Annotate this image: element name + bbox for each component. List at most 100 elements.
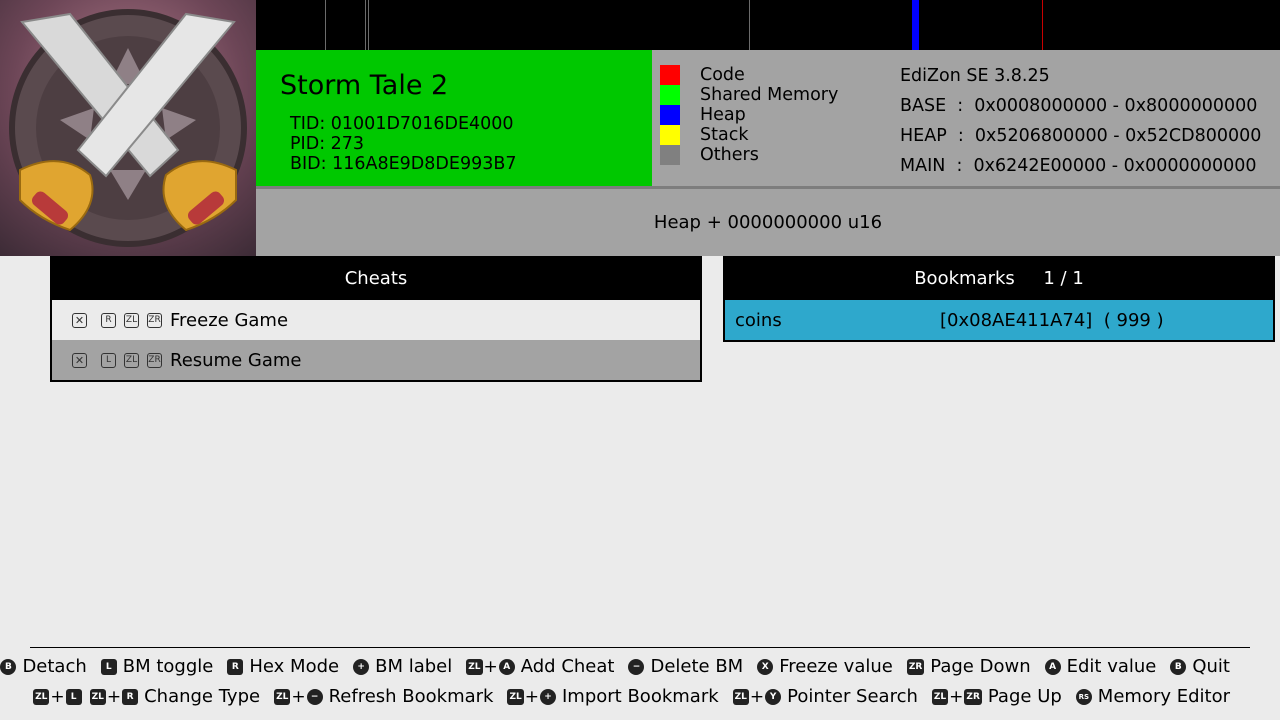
cheat-item-resume-game[interactable]: ✕ L ZL ZR Resume Game	[52, 340, 700, 380]
code-mark	[325, 0, 326, 50]
b-button-icon: B	[0, 658, 17, 675]
build-id: BID: 116A8E9D8DE993B7	[290, 154, 517, 174]
minus-button-icon: −	[628, 658, 645, 675]
zr-button-icon: ZR	[147, 352, 162, 368]
hint-bm-label: + BM label	[353, 656, 452, 677]
system-info: EdiZon SE 3.8.25 BASE : 0x0008000000 - 0…	[900, 64, 1261, 184]
cheats-panel: Cheats ✕ R ZL ZR Freeze Game ✕ L ZL ZR R…	[50, 256, 702, 382]
hint-page-up: ZL + ZR Page Up	[931, 686, 1062, 707]
hint-refresh-bookmark: ZL + − Refresh Bookmark	[274, 686, 494, 707]
code-mark	[749, 0, 750, 50]
code-mark	[368, 0, 369, 50]
cheat-buttons: ✕ L ZL ZR	[72, 352, 170, 368]
b-button-icon: B	[1170, 658, 1187, 675]
minus-button-icon: −	[306, 688, 323, 705]
disabled-checkbox-icon: ✕	[72, 312, 87, 328]
legend-label: Stack	[700, 125, 749, 145]
legend-label: Others	[700, 145, 759, 165]
zr-button-icon: ZR	[147, 312, 162, 328]
bookmark-item[interactable]: coins [0x08AE411A74] ( 999 )	[725, 300, 1273, 340]
hint-detach: ZL+B Detach	[0, 656, 87, 677]
heap-mark	[912, 0, 919, 50]
main-range: MAIN : 0x6242E00000 - 0x0000000000	[900, 156, 1257, 176]
game-info-panel: Storm Tale 2 TID: 01001D7016DE4000 PID: …	[256, 50, 652, 186]
hint-delete-bm: − Delete BM	[628, 656, 743, 677]
cheats-header: Cheats	[344, 267, 408, 289]
legend-item-heap: Heap	[660, 105, 838, 125]
l-button-icon: L	[65, 688, 82, 705]
legend-label: Shared Memory	[700, 85, 839, 105]
hint-page-down: ZR Page Down	[906, 656, 1031, 677]
r-button-icon: R	[227, 658, 244, 675]
a-button-icon: A	[1044, 658, 1061, 675]
zl-button-icon: ZL	[507, 688, 524, 705]
legend-swatch	[660, 105, 680, 125]
y-button-icon: Y	[765, 688, 782, 705]
memory-legend: Code Shared Memory Heap Stack Others	[660, 65, 838, 165]
r-button-icon: R	[122, 688, 139, 705]
right-stick-icon: RS	[1075, 688, 1092, 705]
cheat-label: Freeze Game	[170, 309, 289, 331]
title-id: TID: 01001D7016DE4000	[290, 114, 514, 134]
x-button-icon: X	[757, 658, 774, 675]
legend-swatch	[660, 85, 680, 105]
zl-button-icon: ZL	[124, 352, 139, 368]
l-button-icon: L	[101, 352, 116, 368]
heap-range: HEAP : 0x5206800000 - 0x52CD800000	[900, 126, 1262, 146]
hint-change-type: ZL + L ZL + R Change Type	[33, 686, 261, 707]
game-title: Storm Tale 2	[280, 70, 449, 101]
process-id: PID: 273	[290, 134, 365, 154]
a-button-icon: A	[498, 658, 515, 675]
hint-hex-mode: R Hex Mode	[227, 656, 339, 677]
r-button-icon: R	[101, 312, 116, 328]
search-status-text: Heap + 0000000000 u16	[653, 212, 883, 233]
legend-swatch	[660, 125, 680, 145]
legend-item-shared-memory: Shared Memory	[660, 85, 838, 105]
legend-label: Heap	[700, 105, 746, 125]
bookmark-name: coins	[735, 309, 782, 331]
zl-button-icon: ZL	[33, 688, 50, 705]
hint-bm-toggle: L BM toggle	[100, 656, 213, 677]
zl-button-icon: ZL	[274, 688, 291, 705]
hint-edit-value: A Edit value	[1044, 656, 1156, 677]
disabled-checkbox-icon: ✕	[72, 352, 87, 368]
l-button-icon: L	[100, 658, 117, 675]
footer-divider	[30, 647, 1250, 648]
zl-button-icon: ZL	[89, 688, 106, 705]
cheat-label: Resume Game	[170, 349, 302, 371]
legend-swatch	[660, 145, 680, 165]
zl-button-icon: ZL	[931, 688, 949, 705]
plus-button-icon: +	[540, 688, 556, 705]
legend-item-others: Others	[660, 145, 838, 165]
zl-button-icon: ZL	[466, 658, 483, 675]
code-mark	[1042, 0, 1043, 50]
zr-button-icon: ZR	[906, 658, 925, 675]
hint-freeze-value: X Freeze value	[757, 656, 893, 677]
game-icon	[0, 0, 256, 256]
base-range: BASE : 0x0008000000 - 0x8000000000	[900, 96, 1258, 116]
hint-quit: B Quit	[1170, 656, 1230, 677]
zr-button-icon: ZR	[964, 688, 982, 705]
app-version: EdiZon SE 3.8.25	[900, 66, 1050, 86]
search-status-bar: Heap + 0000000000 u16	[256, 189, 1280, 256]
memory-map	[256, 0, 1280, 50]
hint-add-cheat: ZL + A Add Cheat	[466, 656, 615, 677]
bookmark-value: [0x08AE411A74] ( 999 )	[940, 309, 1164, 331]
hint-pointer-search: ZL + Y Pointer Search	[732, 686, 918, 707]
memory-info-panel: Code Shared Memory Heap Stack Others Edi…	[652, 50, 1280, 186]
game-ids: TID: 01001D7016DE4000 PID: 273 BID: 116A…	[290, 114, 516, 174]
cheat-buttons: ✕ R ZL ZR	[72, 312, 170, 328]
legend-item-code: Code	[660, 65, 838, 85]
legend-swatch	[660, 65, 680, 85]
legend-item-stack: Stack	[660, 125, 838, 145]
legend-label: Code	[700, 65, 745, 85]
cheat-item-freeze-game[interactable]: ✕ R ZL ZR Freeze Game	[52, 300, 700, 340]
bookmarks-header: Bookmarks 1 / 1	[914, 267, 1084, 289]
controls-hint-row-2: ZL + L ZL + R Change Type ZL + − Refresh Bookm…	[19, 686, 1230, 707]
bookmarks-panel: Bookmarks 1 / 1 coins [0x08AE411A74] ( 9…	[723, 256, 1275, 342]
plus-button-icon: +	[353, 658, 370, 675]
zl-button-icon: ZL	[732, 688, 749, 705]
code-mark	[365, 0, 366, 50]
hint-import-bookmark: ZL + + Import Bookmark	[507, 686, 719, 707]
hint-memory-editor: RS Memory Editor	[1075, 686, 1230, 707]
